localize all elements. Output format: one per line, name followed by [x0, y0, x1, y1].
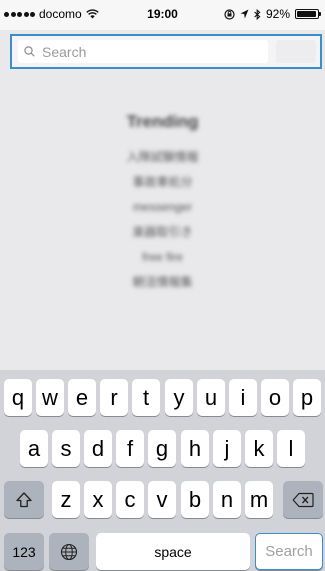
key-j[interactable]: j	[213, 430, 241, 467]
backspace-icon	[292, 492, 314, 507]
key-b[interactable]: b	[181, 481, 209, 518]
trending-title: Trending	[126, 112, 199, 131]
trending-item[interactable]: free fire	[0, 248, 325, 267]
location-arrow-icon	[240, 9, 249, 19]
globe-key[interactable]	[49, 533, 89, 570]
key-p[interactable]: p	[293, 379, 321, 416]
trending-item[interactable]: messenger	[0, 198, 325, 217]
orientation-lock-icon	[224, 8, 235, 20]
key-t[interactable]: t	[132, 379, 160, 416]
key-n[interactable]: n	[213, 481, 241, 518]
trending-item[interactable]: 楽器取引き	[0, 223, 325, 242]
search-bar	[10, 34, 322, 69]
key-z[interactable]: z	[52, 481, 80, 518]
status-bar: docomo 19:00 92%	[0, 0, 325, 30]
key-f[interactable]: f	[116, 430, 144, 467]
bluetooth-icon	[254, 8, 261, 20]
key-v[interactable]: v	[148, 481, 176, 518]
key-o[interactable]: o	[261, 379, 289, 416]
trending-item[interactable]: 事故車処分	[0, 173, 325, 192]
key-m[interactable]: m	[245, 481, 273, 518]
search-side-button[interactable]	[276, 40, 316, 63]
space-key[interactable]: space	[96, 533, 250, 570]
key-a[interactable]: a	[20, 430, 48, 467]
numbers-key[interactable]: 123	[4, 533, 44, 570]
key-r[interactable]: r	[100, 379, 128, 416]
key-w[interactable]: w	[36, 379, 64, 416]
key-d[interactable]: d	[84, 430, 112, 467]
search-icon	[24, 46, 35, 57]
battery-icon	[295, 9, 321, 19]
key-u[interactable]: u	[197, 379, 225, 416]
key-l[interactable]: l	[277, 430, 305, 467]
key-h[interactable]: h	[181, 430, 209, 467]
trending-item[interactable]: 朝活情報集	[0, 273, 325, 292]
keyboard: q w e r t y u i o p a s d f g h j k l z …	[0, 370, 325, 571]
key-y[interactable]: y	[165, 379, 193, 416]
key-i[interactable]: i	[229, 379, 257, 416]
key-k[interactable]: k	[245, 430, 273, 467]
key-c[interactable]: c	[116, 481, 144, 518]
trending-item[interactable]: 入隊試験情報	[0, 148, 325, 167]
globe-icon	[60, 543, 78, 560]
key-s[interactable]: s	[52, 430, 80, 467]
key-g[interactable]: g	[148, 430, 176, 467]
search-input[interactable]	[40, 42, 244, 61]
shift-arrow-icon	[16, 491, 32, 507]
key-q[interactable]: q	[4, 379, 32, 416]
search-field[interactable]	[18, 40, 268, 63]
shift-key[interactable]	[4, 481, 44, 518]
key-e[interactable]: e	[68, 379, 96, 416]
key-x[interactable]: x	[84, 481, 112, 518]
search-key[interactable]: Search	[255, 533, 323, 570]
trending-section: Trending 入隊試験情報 事故車処分 messenger 楽器取引き fr…	[0, 112, 325, 298]
delete-key[interactable]	[283, 481, 323, 518]
status-right-group: 92%	[224, 7, 321, 21]
battery-percentage: 92%	[265, 7, 290, 21]
